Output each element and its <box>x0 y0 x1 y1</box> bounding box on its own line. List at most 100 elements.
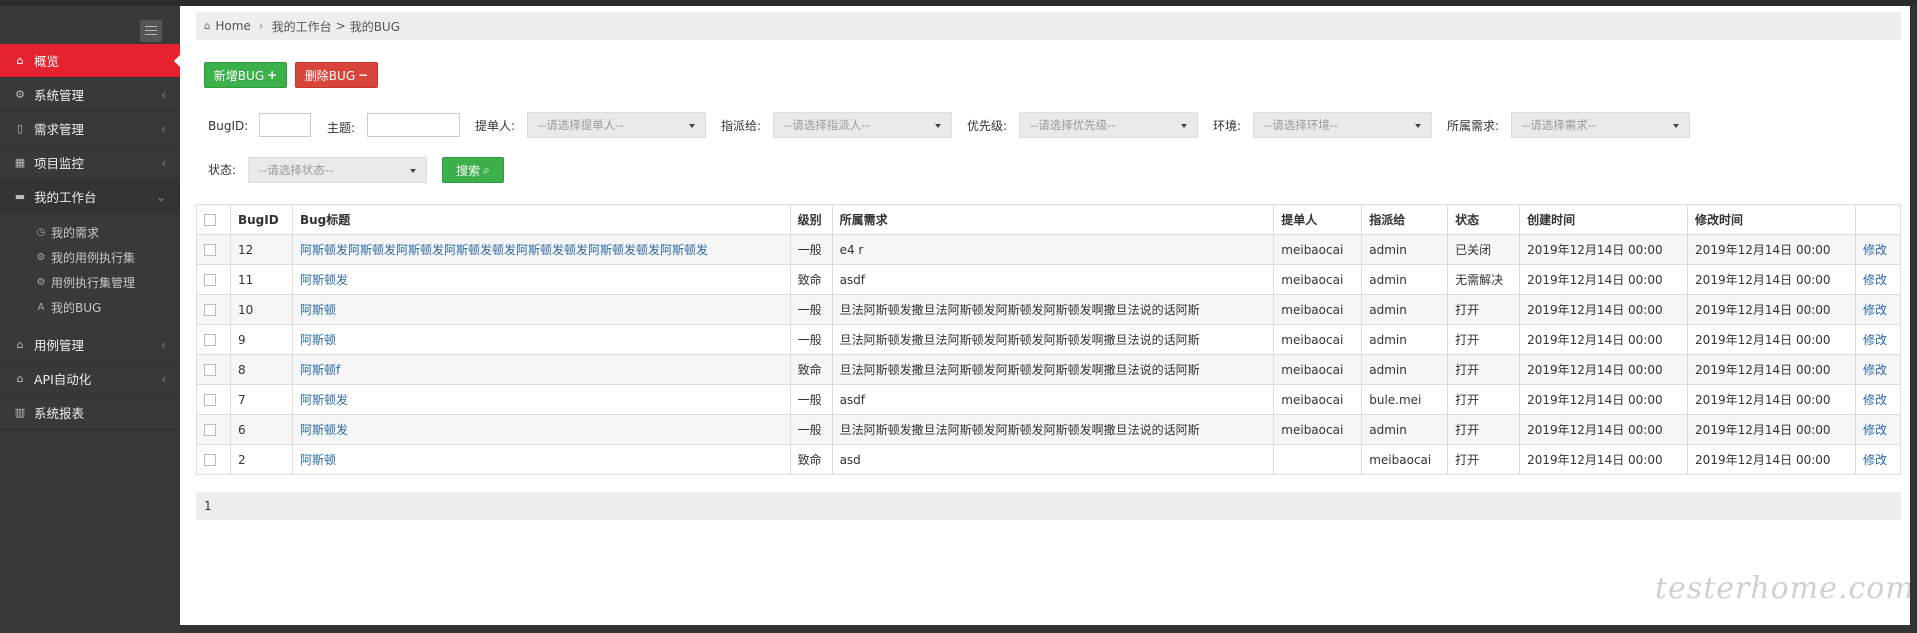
page-number[interactable]: 1 <box>204 499 212 513</box>
sidebar: ⌂ 概览 ⚙ 系统管理 ‹ ▯ 需求管理 ‹ ▦ 项目监控 ‹ ▬ 我的工作台 … <box>0 6 180 633</box>
cell-title[interactable]: 阿斯顿f <box>291 354 791 385</box>
cell-level: 致命 <box>789 264 833 295</box>
cell-created: 2019年12月14日 00:00 <box>1519 234 1689 265</box>
edit-link[interactable]: 修改 <box>1854 264 1902 295</box>
edit-link[interactable]: 修改 <box>1854 234 1902 265</box>
column-header[interactable]: Bug标题 <box>291 204 791 235</box>
cell-level: 一般 <box>789 414 833 445</box>
table-row[interactable]: 8 阿斯顿f 致命 旦法阿斯顿发撒旦法阿斯顿发阿斯顿发阿斯顿发啊撒旦法说的话阿斯 mei… <box>196 354 1902 385</box>
assignee-select[interactable]: --请选择指派人-- <box>773 112 952 138</box>
submenu-item-my-bugs[interactable]: A 我的BUG <box>0 295 180 320</box>
table-row[interactable]: 7 阿斯顿发 一般 asdf meibaocai bule.mei 打开 2019年12月14… <box>196 384 1902 415</box>
sidebar-item-monitor[interactable]: ▦ 项目监控 ‹ <box>0 146 180 180</box>
cell-title[interactable]: 阿斯顿发 <box>291 414 791 445</box>
search-button[interactable]: 搜索 ⌕ <box>442 157 504 183</box>
edit-link[interactable]: 修改 <box>1854 354 1902 385</box>
cell-id: 6 <box>229 414 293 445</box>
reporter-select[interactable]: --请选择提单人-- <box>527 112 706 138</box>
sidebar-item-reports[interactable]: ▥ 系统报表 <box>0 396 180 430</box>
cell-title[interactable]: 阿斯顿 <box>291 444 791 475</box>
title-input[interactable] <box>367 113 460 137</box>
cell-title[interactable]: 阿斯顿 <box>291 324 791 355</box>
edit-link[interactable]: 修改 <box>1854 414 1902 445</box>
row-select-cell[interactable] <box>196 264 231 295</box>
column-header[interactable]: 所属需求 <box>831 204 1275 235</box>
cell-id: 12 <box>229 234 293 265</box>
cogs-icon: ⚙ <box>36 252 46 263</box>
select-all-checkbox[interactable] <box>204 214 216 226</box>
column-header[interactable]: 级别 <box>789 204 833 235</box>
bugid-input[interactable] <box>259 113 311 137</box>
sidebar-toggle-button[interactable] <box>140 20 162 42</box>
sidebar-item-testcases[interactable]: ⌂ 用例管理 ‹ <box>0 328 180 362</box>
edit-link[interactable]: 修改 <box>1854 294 1902 325</box>
env-select[interactable]: --请选择环境-- <box>1253 112 1432 138</box>
table-row[interactable]: 2 阿斯顿 致命 asd meibaocai 打开 2019年12月14日 00:00 201… <box>196 444 1902 475</box>
column-header[interactable]: 状态 <box>1447 204 1521 235</box>
chevron-down-icon: ⌄ <box>155 189 166 204</box>
submenu-item-my-execution-sets[interactable]: ⚙ 我的用例执行集 <box>0 245 180 270</box>
edit-link[interactable]: 修改 <box>1854 384 1902 415</box>
row-select-cell[interactable] <box>196 384 231 415</box>
row-select-cell[interactable] <box>196 324 231 355</box>
status-select[interactable]: --请选择状态-- <box>248 157 427 183</box>
cell-status: 打开 <box>1447 414 1521 445</box>
delete-bug-button[interactable]: 删除BUG − <box>295 62 378 88</box>
cell-reporter <box>1273 444 1363 475</box>
sidebar-item-system[interactable]: ⚙ 系统管理 ‹ <box>0 78 180 112</box>
requirement-select[interactable]: --请选择需求-- <box>1511 112 1690 138</box>
breadcrumb-separator: › <box>258 19 264 33</box>
pagination: 1 <box>196 492 1901 520</box>
table-row[interactable]: 6 阿斯顿发 一般 旦法阿斯顿发撒旦法阿斯顿发阿斯顿发阿斯顿发啊撒旦法说的话阿斯 mei… <box>196 414 1902 445</box>
priority-select[interactable]: --请选择优先级-- <box>1019 112 1198 138</box>
status-label: 状态: <box>208 163 237 177</box>
row-checkbox[interactable] <box>204 364 216 376</box>
table-row[interactable]: 9 阿斯顿 一般 旦法阿斯顿发撒旦法阿斯顿发阿斯顿发阿斯顿发啊撒旦法说的话阿斯 meib… <box>196 324 1902 355</box>
column-header[interactable]: 指派给 <box>1361 204 1449 235</box>
row-checkbox[interactable] <box>204 244 216 256</box>
cell-title[interactable]: 阿斯顿发 <box>291 264 791 295</box>
breadcrumb-home[interactable]: Home <box>215 19 250 33</box>
row-checkbox[interactable] <box>204 394 216 406</box>
table-header-row: BugID Bug标题 级别 所属需求 提单人 指派给 状态 创建时间 修改时间 <box>196 204 1902 235</box>
row-checkbox[interactable] <box>204 304 216 316</box>
cell-title[interactable]: 阿斯顿 <box>291 294 791 325</box>
sidebar-item-workbench[interactable]: ▬ 我的工作台 ⌄ <box>0 180 180 214</box>
row-checkbox[interactable] <box>204 334 216 346</box>
sidebar-item-label: 需求管理 <box>34 122 85 137</box>
column-header[interactable]: 修改时间 <box>1687 204 1856 235</box>
submenu-item-execution-set-management[interactable]: ⚙ 用例执行集管理 <box>0 270 180 295</box>
cell-req: 旦法阿斯顿发撒旦法阿斯顿发阿斯顿发阿斯顿发啊撒旦法说的话阿斯 <box>831 294 1275 325</box>
column-header[interactable]: 提单人 <box>1273 204 1363 235</box>
breadcrumb-workbench[interactable]: 我的工作台 <box>272 18 332 35</box>
table-row[interactable]: 12 阿斯顿发阿斯顿发阿斯顿发阿斯顿发顿发阿斯顿发顿发阿斯顿发顿发阿斯顿发 一般 e4… <box>196 234 1902 265</box>
edit-link[interactable]: 修改 <box>1854 324 1902 355</box>
table-row[interactable]: 11 阿斯顿发 致命 asdf meibaocai admin 无需解决 2019年12月14… <box>196 264 1902 295</box>
column-header[interactable]: BugID <box>229 204 293 235</box>
add-bug-button[interactable]: 新增BUG + <box>204 62 287 88</box>
row-checkbox[interactable] <box>204 454 216 466</box>
edit-link[interactable]: 修改 <box>1854 444 1902 475</box>
row-select-cell[interactable] <box>196 444 231 475</box>
dropdown-arrow-icon <box>1673 124 1679 128</box>
row-select-cell[interactable] <box>196 414 231 445</box>
cell-title[interactable]: 阿斯顿发 <box>291 384 791 415</box>
cell-level: 致命 <box>789 444 833 475</box>
row-select-cell[interactable] <box>196 294 231 325</box>
sidebar-item-api-automation[interactable]: ⌂ API自动化 ‹ <box>0 362 180 396</box>
table-row[interactable]: 10 阿斯顿 一般 旦法阿斯顿发撒旦法阿斯顿发阿斯顿发阿斯顿发啊撒旦法说的话阿斯 mei… <box>196 294 1902 325</box>
home-icon: ⌂ <box>204 20 211 32</box>
bank-icon: ⌂ <box>16 372 24 385</box>
row-select-cell[interactable] <box>196 354 231 385</box>
cell-title[interactable]: 阿斯顿发阿斯顿发阿斯顿发阿斯顿发顿发阿斯顿发顿发阿斯顿发顿发阿斯顿发 <box>291 234 791 265</box>
row-checkbox[interactable] <box>204 424 216 436</box>
row-select-cell[interactable] <box>196 234 231 265</box>
select-all-cell[interactable] <box>196 204 231 235</box>
sidebar-item-overview[interactable]: ⌂ 概览 <box>0 44 180 78</box>
font-icon: A <box>37 302 45 313</box>
submenu-item-my-requirements[interactable]: ◷ 我的需求 <box>0 220 180 245</box>
row-checkbox[interactable] <box>204 274 216 286</box>
sidebar-item-requirements[interactable]: ▯ 需求管理 ‹ <box>0 112 180 146</box>
sidebar-item-label: API自动化 <box>34 372 92 387</box>
column-header[interactable]: 创建时间 <box>1519 204 1689 235</box>
